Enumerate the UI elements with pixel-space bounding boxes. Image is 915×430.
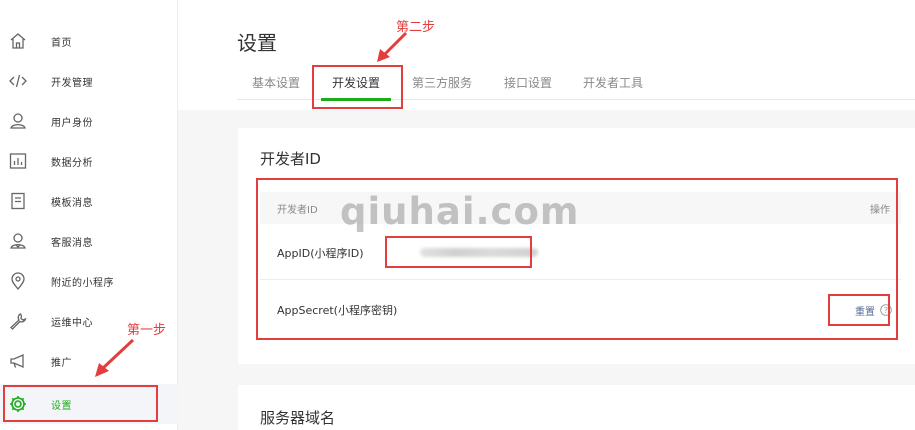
section-title: 服务器域名	[260, 409, 336, 427]
server-domain-card: 服务器域名	[238, 385, 915, 430]
chart-icon	[8, 151, 28, 171]
tab-basic-settings[interactable]: 基本设置	[252, 74, 300, 91]
sidebar-item-label: 运维中心	[51, 317, 93, 329]
wrench-icon	[8, 311, 28, 331]
tab-api-settings[interactable]: 接口设置	[504, 74, 552, 91]
sidebar-item-data-analysis[interactable]: 数据分析	[0, 141, 178, 181]
page-title: 设置	[237, 31, 277, 55]
sidebar: 首页 开发管理 用户身份 数据分析 模板消息 客服消息 附近的小程序 运维中心 …	[0, 0, 178, 430]
appid-highlight-box	[385, 236, 532, 268]
location-icon	[8, 271, 28, 291]
sidebar-item-home[interactable]: 首页	[0, 21, 178, 61]
sidebar-item-label: 模板消息	[51, 197, 93, 209]
user-icon	[8, 111, 28, 131]
sidebar-item-label: 数据分析	[51, 157, 93, 169]
support-icon	[8, 231, 28, 251]
watermark-text: qiuhai.com	[340, 190, 580, 233]
sidebar-item-label: 用户身份	[51, 117, 93, 129]
document-icon	[8, 191, 28, 211]
tab-dev-tools[interactable]: 开发者工具	[583, 74, 643, 91]
sidebar-item-label: 客服消息	[51, 237, 93, 249]
section-title: 开发者ID	[260, 150, 321, 168]
sidebar-item-label: 开发管理	[51, 77, 93, 89]
sidebar-item-customer-service[interactable]: 客服消息	[0, 221, 178, 261]
sidebar-item-label: 推广	[51, 357, 72, 369]
sidebar-item-user-identity[interactable]: 用户身份	[0, 101, 178, 141]
tab-third-party[interactable]: 第三方服务	[412, 74, 472, 91]
sidebar-item-template-message[interactable]: 模板消息	[0, 181, 178, 221]
sidebar-item-promotion[interactable]: 推广	[0, 341, 178, 381]
code-icon	[8, 71, 28, 91]
megaphone-icon	[8, 351, 28, 371]
step2-highlight-box	[312, 65, 403, 109]
reset-highlight-box	[828, 294, 890, 326]
sidebar-item-nearby-miniprogram[interactable]: 附近的小程序	[0, 261, 178, 301]
step2-arrow	[377, 31, 408, 62]
sidebar-item-label: 附近的小程序	[51, 277, 114, 289]
sidebar-item-dev-manage[interactable]: 开发管理	[0, 61, 178, 101]
step1-arrow	[95, 338, 135, 377]
home-icon	[8, 31, 28, 51]
sidebar-item-label: 首页	[51, 37, 72, 49]
step1-highlight-box	[3, 385, 158, 422]
